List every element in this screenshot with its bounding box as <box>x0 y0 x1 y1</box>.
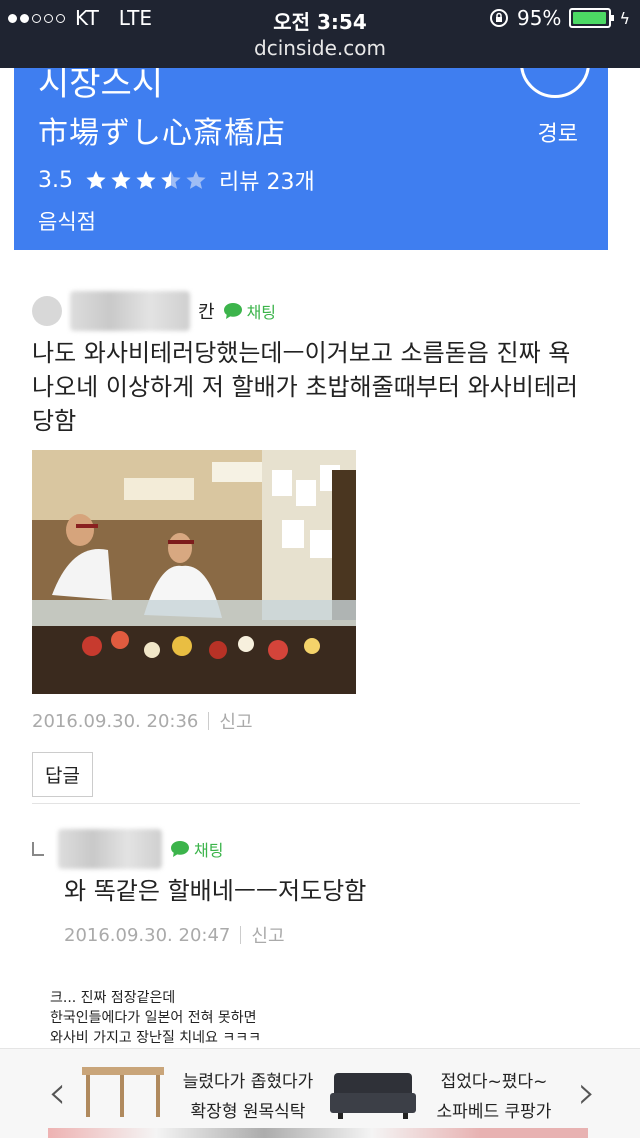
reply-button[interactable]: 답글 <box>32 752 93 797</box>
blurred-username <box>70 291 190 331</box>
chat-badge[interactable]: 채팅 <box>170 837 223 861</box>
comment-text-line: 나도 와사비테러당했는데ㅡ이거보고 소름돋음 진짜 욕 <box>32 339 571 367</box>
ad-item-text[interactable]: 접었다~폈다~ 소파베드 쿠팡가 <box>428 1067 560 1127</box>
avatar <box>32 296 62 326</box>
comment-timestamp: 2016.09.30. 20:47 <box>64 924 231 946</box>
ad-text-line: 확장형 원목식탁 <box>190 1102 306 1122</box>
rating-row: 3.5 리뷰 23개 <box>38 164 315 196</box>
ad-item-text[interactable]: 늘렸다가 좁혔다가 확장형 원목식탁 <box>182 1067 314 1127</box>
sushi-bar-photo <box>32 450 356 694</box>
reply-indent-icon <box>32 842 44 856</box>
blurred-username <box>58 829 162 869</box>
rotation-lock-icon <box>489 9 508 27</box>
comment-header: 칸 채팅 <box>32 291 592 331</box>
rating-stars <box>85 169 207 191</box>
comment-body: 와 똑같은 할배네ㅡㅡ저도당함 <box>64 877 367 905</box>
star-icon <box>86 170 106 189</box>
text-line: 크... 진짜 점장같은데 <box>50 990 176 1006</box>
star-icon <box>136 170 156 189</box>
chat-badge[interactable]: 채팅 <box>223 299 276 323</box>
text-line: 한국인들에다가 일본어 전혀 못하면 <box>50 1010 257 1026</box>
place-category: 음식점 <box>38 210 96 234</box>
comment-meta: 2016.09.30. 20:47 신고 <box>64 922 592 948</box>
chat-bubble-icon <box>171 841 189 857</box>
star-half-icon <box>161 170 181 189</box>
status-bar: KT LTE 오전 3:54 95% ϟ dcinside.com <box>0 0 640 68</box>
comment-divider <box>32 803 580 804</box>
text-line: 와사비 가지고 장난질 치네요 ㅋㅋㅋ <box>50 1030 261 1046</box>
comment-text-line: 당함 <box>32 407 77 435</box>
ad-text-line: 소파베드 쿠팡가 <box>436 1102 552 1122</box>
place-name-japanese: 市場ずし心斎橋店 <box>38 116 286 151</box>
chat-bubble-icon <box>223 303 242 319</box>
ad-text-line: 늘렸다가 좁혔다가 <box>182 1072 314 1092</box>
battery-percent: 95% <box>516 6 562 30</box>
star-icon <box>111 170 131 189</box>
next-ad-strip <box>48 1128 588 1138</box>
sofa-bed-icon <box>330 1073 416 1119</box>
ad-banner[interactable]: ‹ 늘렸다가 좁혔다가 확장형 원목식탁 접었다~폈다~ 소파베드 쿠팡가 › <box>0 1048 640 1138</box>
meta-divider <box>208 712 210 730</box>
star-empty-icon <box>186 170 206 189</box>
comment-timestamp: 2016.09.30. 20:36 <box>32 710 199 732</box>
charging-icon: ϟ <box>619 8 630 28</box>
comment-text-line: 나오네 이상하게 저 할배가 초밥해줄때부터 와사비테러 <box>32 373 578 401</box>
place-thumbnail <box>520 68 590 98</box>
comment-item: 칸 채팅 나도 와사비테러당했는데ㅡ이거보고 소름돋음 진짜 욕 나오네 이상하… <box>32 291 592 797</box>
battery-icon <box>569 8 615 28</box>
username-suffix: 칸 <box>198 302 215 323</box>
rating-value: 3.5 <box>38 167 73 193</box>
chevron-left-icon[interactable]: ‹ <box>48 1065 66 1119</box>
place-card[interactable]: 시장스시 市場ずし心斎橋店 경로 3.5 리뷰 23개 음식점 <box>14 68 608 250</box>
report-link[interactable]: 신고 <box>219 708 252 734</box>
comment-header: 채팅 <box>32 829 592 869</box>
ad-text-line: 접었다~폈다~ <box>440 1072 548 1092</box>
meta-divider <box>240 926 242 944</box>
route-button[interactable]: 경로 <box>538 116 578 148</box>
chat-badge-label: 채팅 <box>194 841 224 860</box>
review-count[interactable]: 리뷰 23개 <box>219 164 315 196</box>
chat-badge-label: 채팅 <box>246 303 277 322</box>
report-link[interactable]: 신고 <box>251 922 284 948</box>
comment-meta: 2016.09.30. 20:36 신고 <box>32 708 592 734</box>
chevron-right-icon[interactable]: › <box>578 1065 596 1119</box>
comment-reply-item: 채팅 와 똑같은 할배네ㅡㅡ저도당함 2016.09.30. 20:47 신고 <box>32 829 592 948</box>
comment-photo[interactable] <box>32 450 356 694</box>
embedded-text: 크... 진짜 점장같은데 한국인들에다가 일본어 전혀 못하면 와사비 가지고… <box>50 988 261 1048</box>
address-bar-url[interactable]: dcinside.com <box>0 36 640 60</box>
dining-table-icon <box>82 1067 164 1117</box>
place-name-korean: 시장스시 <box>38 68 164 104</box>
comment-body: 나도 와사비테러당했는데ㅡ이거보고 소름돋음 진짜 욕 나오네 이상하게 저 할… <box>32 336 592 438</box>
status-right: 95% ϟ <box>489 6 630 30</box>
